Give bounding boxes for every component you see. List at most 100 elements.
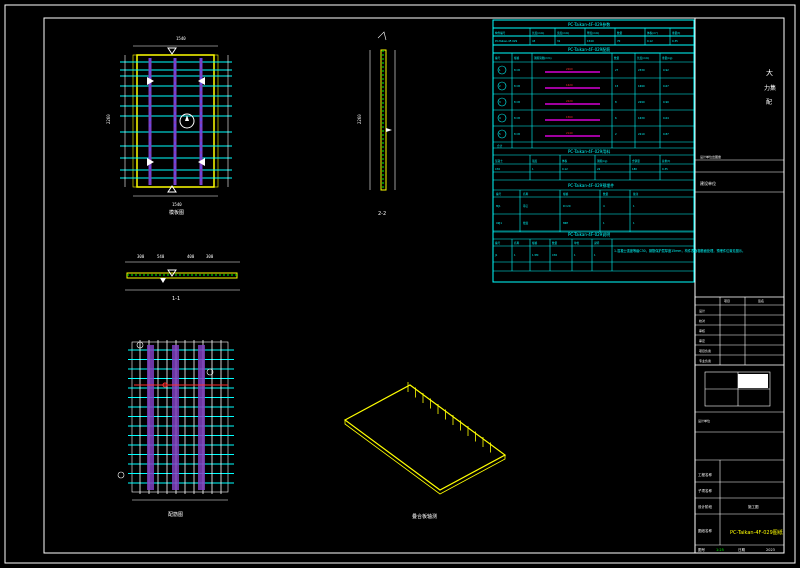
tb-company-label: 设计单位 bbox=[698, 418, 710, 423]
svg-text:2260: 2260 bbox=[357, 114, 362, 124]
rebar-row-len: 1690 bbox=[638, 84, 645, 88]
rebar-view-title: 配筋图 bbox=[168, 511, 183, 518]
tb-project-label: 工程名称 bbox=[698, 472, 712, 477]
embed-table-cell: 86H bbox=[563, 221, 568, 225]
main-table-cell: 0.35 bbox=[672, 39, 678, 43]
main-table-header: 数量 bbox=[617, 31, 623, 35]
main-table-header: 构件编号 bbox=[495, 31, 506, 35]
side-note-2: 力集 bbox=[764, 84, 776, 92]
concrete-table-cell: 22 bbox=[597, 167, 601, 171]
embed-table-header: 编号 bbox=[496, 192, 502, 196]
tb-header-sign: 签名 bbox=[758, 298, 764, 303]
tb-date-label: 日期 bbox=[738, 547, 746, 552]
tb-row-label: 审核 bbox=[699, 328, 705, 333]
rebar-row-qty: 15 bbox=[615, 84, 619, 88]
notes-text: 1.混凝土强度等级C30，钢筋保护层厚度15mm，构件表面粗糙面处理，预埋件位置… bbox=[614, 248, 745, 253]
rebar-row-spec: 8 C8 bbox=[514, 100, 520, 104]
side-note-3: 配 bbox=[766, 99, 772, 106]
rebar-row-len: 2330 bbox=[638, 68, 645, 72]
tb-header-item: 项目 bbox=[724, 299, 730, 303]
concrete-table-header: 总重(t) bbox=[662, 159, 670, 163]
main-table-cell: 1549 bbox=[587, 39, 594, 43]
concrete-table-header: 强度 bbox=[532, 159, 538, 163]
tb-row-label: 专业负责 bbox=[699, 358, 711, 363]
isometric-title: 叠合板轴测 bbox=[412, 513, 437, 520]
notes-table-cell: C30 bbox=[552, 253, 557, 257]
embed-table-header: 规格 bbox=[563, 192, 569, 196]
rebar-table-header: 钢筋简图(mm) bbox=[534, 56, 551, 60]
main-table-cell: 70 bbox=[617, 39, 621, 43]
notes-table-header: 名称 bbox=[514, 241, 520, 245]
embed-table-title: PC-Taikan-4F-029预埋件 bbox=[568, 182, 614, 188]
concrete-table-title: PC-Taikan-4F-029用料 bbox=[568, 148, 610, 154]
svg-text:300: 300 bbox=[206, 254, 214, 259]
concrete-table-cell: 0.35 bbox=[662, 167, 668, 171]
rebar-row-weight: 0.92 bbox=[663, 68, 669, 72]
rebar-row-spec: 8 C8 bbox=[514, 132, 520, 136]
rebar-row-len: 2210 bbox=[638, 132, 645, 136]
tb-drawing-label: 图纸名称 bbox=[698, 528, 712, 533]
main-table-header: 长度(mm) bbox=[532, 31, 544, 35]
main-table-header: 重量(t) bbox=[672, 31, 680, 35]
rebar-table-header: 规格 bbox=[514, 56, 520, 60]
concrete-table-cell: 180 bbox=[632, 167, 637, 171]
notes-table-header: 编号 bbox=[495, 241, 501, 245]
notes-table-header: 规格 bbox=[532, 241, 538, 245]
notes-table-cell: J1 bbox=[494, 253, 498, 257]
embed-table-header: 数量 bbox=[603, 192, 609, 196]
rebar-row-len: 1630 bbox=[638, 116, 645, 120]
rebar-row-weight: 0.87 bbox=[663, 132, 669, 136]
tb-no-label: 图号 bbox=[698, 547, 706, 552]
tb-stage-value: 施工图 bbox=[748, 504, 759, 509]
rebar-table-header: 编号 bbox=[495, 56, 501, 60]
embed-table-cell: MJ1 bbox=[496, 204, 501, 208]
tb-stage-label: 设计阶段 bbox=[698, 504, 712, 509]
rebar-row-len: 2290 bbox=[638, 100, 645, 104]
svg-text:540: 540 bbox=[157, 254, 165, 259]
side-note-1: 大 bbox=[766, 68, 773, 77]
main-table-cell: 31 bbox=[557, 39, 561, 43]
rebar-row-weight: 0.90 bbox=[663, 100, 669, 104]
rebar-row-shape: 2220 bbox=[566, 99, 573, 103]
section-2-2-title: 2-2 bbox=[378, 211, 386, 217]
concrete-table-header: 混凝土 bbox=[495, 159, 503, 163]
notes-table-header: 数量 bbox=[552, 241, 558, 245]
tb-row-label: 审定 bbox=[699, 338, 705, 343]
main-table-cell: 43 bbox=[532, 39, 536, 43]
plan-view-title: 模板图 bbox=[169, 209, 184, 216]
rebar-table-header: 重量(kg) bbox=[662, 56, 672, 60]
cad-drawing-canvas[interactable]: 1540 1540 2260 模板图 2260 2-2 300 540 400 … bbox=[0, 0, 800, 568]
notes-table-header: 说明 bbox=[594, 241, 600, 245]
rebar-row-shape: 1560 bbox=[566, 115, 573, 119]
embed-table-cell: 吊钉 bbox=[523, 204, 529, 208]
tb-row-label: 设计 bbox=[699, 308, 705, 313]
tb-row-label: 项目负责 bbox=[699, 348, 711, 353]
tb-scale-value: 1:25 bbox=[716, 548, 724, 552]
notes-table-title: PC-Taikan-4F-029说明 bbox=[568, 231, 610, 237]
rebar-table-header: 长度(mm) bbox=[637, 56, 649, 60]
tb-row-label: 校对 bbox=[699, 318, 705, 323]
embed-table-cell: 线盒 bbox=[523, 221, 529, 225]
embed-table-header: 名称 bbox=[523, 192, 529, 196]
drawing-title: PC-Taikan-4F-029图纸 bbox=[730, 529, 783, 536]
rebar-table-header: 数量 bbox=[614, 56, 620, 60]
svg-text:1540: 1540 bbox=[172, 202, 182, 207]
notes-table-cell: 1.5M bbox=[532, 253, 538, 257]
rebar-row-spec: 8 C8 bbox=[514, 68, 520, 72]
notes-table-header: 单位 bbox=[574, 241, 580, 245]
tb-sub-label: 子项名称 bbox=[698, 488, 712, 493]
main-table-header: 厚度(mm) bbox=[587, 31, 599, 35]
embed-table-cell: XZJ1 bbox=[496, 221, 502, 225]
concrete-table-header: 钢筋(kg) bbox=[597, 159, 607, 163]
rebar-row-shape: 2140 bbox=[566, 131, 573, 135]
svg-text:设计单位出图章: 设计单位出图章 bbox=[700, 154, 721, 159]
svg-text:2260: 2260 bbox=[106, 114, 111, 124]
rebar-total-label: 合计 bbox=[497, 144, 503, 148]
rebar-row-qty: 27 bbox=[615, 68, 619, 72]
rebar-row-spec: 8 C8 bbox=[514, 116, 520, 120]
main-table-title: PC-Taikan-4F-029参数 bbox=[568, 21, 610, 27]
embed-table-header: 备注 bbox=[633, 192, 639, 196]
main-table-header: 体积(m³) bbox=[647, 31, 658, 35]
embed-table-cell: D=20 bbox=[563, 204, 571, 208]
svg-text:1540: 1540 bbox=[176, 36, 186, 41]
